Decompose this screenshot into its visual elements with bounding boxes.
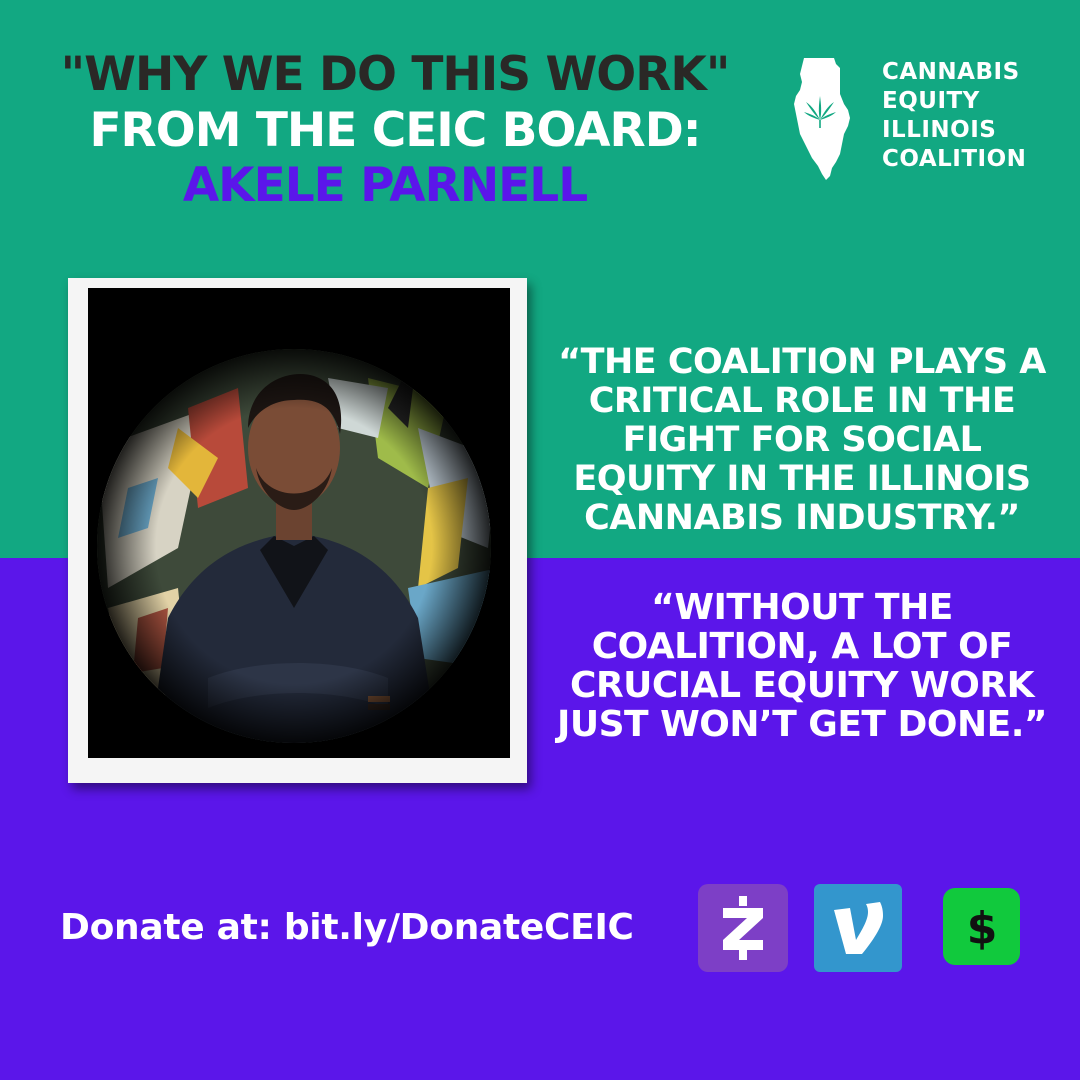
quote-1: “THE COALITION PLAYS A CRITICAL ROLE IN … <box>528 343 1076 538</box>
quote-2-line-4: JUST WON’T GET DONE.” <box>556 704 1048 745</box>
portrait-illustration <box>97 349 491 743</box>
logo-line-2: EQUITY <box>882 88 980 114</box>
zelle-glyph <box>723 896 763 960</box>
logo-line-1: CANNABIS <box>882 59 1020 85</box>
quote-1-line-5: CANNABIS INDUSTRY.” <box>584 498 1020 538</box>
quote-2-line-3: CRUCIAL EQUITY WORK <box>570 665 1034 706</box>
quote-1-line-3: FIGHT FOR SOCIAL <box>622 420 982 460</box>
quote-2-line-1: “WITHOUT THE <box>651 587 953 628</box>
cash-app-icon[interactable]: $ <box>943 888 1020 965</box>
headline-line-2: FROM THE CEIC BOARD: <box>89 103 701 158</box>
logo-line-3: ILLINOIS <box>882 117 997 143</box>
headline-line-1: "WHY WE DO THIS WORK" <box>60 47 731 102</box>
headline: "WHY WE DO THIS WORK" FROM THE CEIC BOAR… <box>0 46 790 214</box>
quote-2-line-2: COALITION, A LOT OF <box>591 626 1013 667</box>
svg-text:$: $ <box>966 903 997 953</box>
cash-app-glyph: $ <box>966 903 997 953</box>
venmo-glyph <box>834 902 883 954</box>
headline-name: AKELE PARNELL <box>182 158 588 213</box>
zelle-icon[interactable] <box>698 884 788 972</box>
quote-2: “WITHOUT THE COALITION, A LOT OF CRUCIAL… <box>528 588 1076 744</box>
polaroid-frame <box>68 278 527 783</box>
portrait-photo <box>88 288 510 758</box>
venmo-icon[interactable] <box>814 884 902 972</box>
donate-link-text[interactable]: Donate at: bit.ly/DonateCEIC <box>60 904 634 952</box>
quote-1-line-2: CRITICAL ROLE IN THE <box>588 381 1016 421</box>
quote-1-line-1: “THE COALITION PLAYS A <box>558 342 1046 382</box>
logo-wordmark: CANNABIS EQUITY ILLINOIS COALITION <box>882 58 1026 174</box>
logo-line-4: COALITION <box>882 146 1027 172</box>
illinois-state-cannabis-leaf-icon <box>794 58 850 180</box>
ceic-logo: CANNABIS EQUITY ILLINOIS COALITION <box>790 54 1060 184</box>
social-post: "WHY WE DO THIS WORK" FROM THE CEIC BOAR… <box>0 0 1080 1080</box>
quote-1-line-4: EQUITY IN THE ILLINOIS <box>573 459 1031 499</box>
